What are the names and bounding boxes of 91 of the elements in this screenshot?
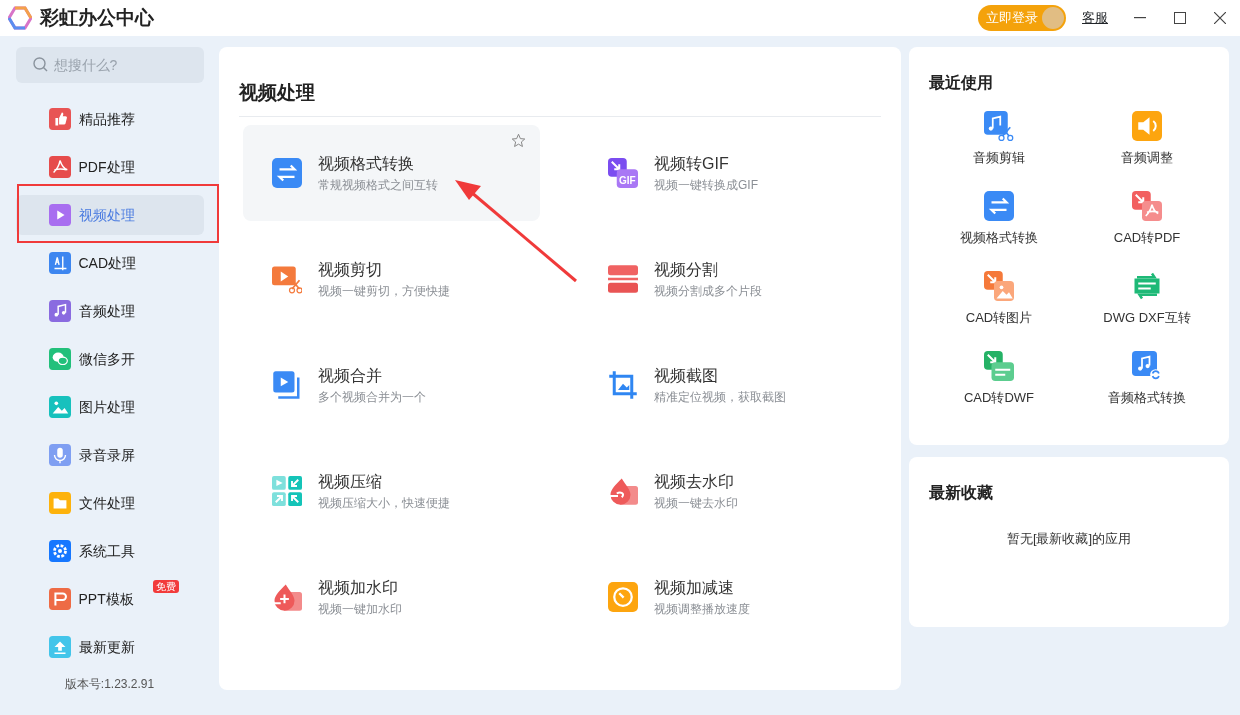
search-field[interactable]: 想搜什么? (15, 47, 204, 83)
tool-name: 视频合并 (318, 365, 383, 386)
tool-description: 视频一键去水印 (654, 494, 738, 512)
sidebar-item[interactable]: 文件处理 (15, 483, 204, 523)
play-icon (48, 204, 71, 226)
sidebar-item[interactable]: CAD处理 (15, 243, 204, 283)
tool-description: 视频调整播放速度 (654, 600, 750, 618)
section-title: 视频处理 (239, 81, 316, 105)
recent-app[interactable]: DWG DXF互转 (1073, 271, 1221, 351)
star-icon[interactable] (511, 132, 526, 148)
gear-icon (48, 540, 71, 562)
empty-message: 暂无[最新收藏]的应用 (1005, 530, 1133, 548)
version-label: 版本号:1.23.2.91 (64, 676, 155, 693)
tool-description: 视频一键剪切，方便快捷 (318, 282, 450, 300)
sidebar-item[interactable]: 精品推荐 (15, 99, 204, 139)
tool-name: 视频剪切 (318, 259, 383, 280)
search-icon (32, 57, 48, 72)
folder-icon (48, 492, 71, 514)
chat-bubbles-icon (48, 348, 71, 370)
recent-app[interactable]: 视频格式转换 (925, 191, 1073, 271)
music-note-icon (48, 300, 71, 322)
cad-icon (48, 252, 71, 274)
compress-arrows-icon (272, 475, 302, 506)
tool-card[interactable]: 视频加减速 视频调整播放速度 (579, 548, 876, 645)
tool-description: 常规视频格式之间互转 (318, 176, 438, 194)
close-icon[interactable] (1214, 12, 1226, 24)
tool-card[interactable]: 视频合并 多个视频合并为一个 (243, 336, 540, 433)
stacked-play-icon (272, 369, 302, 400)
sidebar-item[interactable]: 系统工具 (15, 531, 204, 571)
tool-name: 视频分割 (654, 259, 719, 280)
tool-card[interactable]: 视频压缩 视频压缩大小，快速便捷 (243, 442, 540, 539)
avatar-icon (1042, 7, 1064, 29)
speaker-icon (1132, 111, 1162, 141)
dial-icon (608, 581, 638, 612)
panel-title: 最新收藏 (929, 483, 994, 503)
tool-description: 视频一键转换成GIF (654, 176, 758, 194)
dwf-cycle-icon (1132, 271, 1162, 301)
sidebar-item[interactable]: PPT模板 免费 (15, 579, 204, 619)
file-to-image-icon (984, 271, 1014, 301)
file-to-pdf-icon (1132, 191, 1162, 221)
upload-icon (48, 636, 71, 658)
tool-card[interactable]: 视频剪切 视频一键剪切，方便快捷 (243, 230, 540, 327)
support-link[interactable]: 客服 (1082, 8, 1108, 28)
file-to-dwf-icon (984, 351, 1014, 381)
music-refresh-icon (1132, 351, 1162, 381)
tool-card[interactable]: 视频分割 视频分割成多个片段 (579, 230, 876, 327)
tool-name: 视频加水印 (318, 577, 399, 598)
microphone-icon (48, 444, 71, 466)
tool-card[interactable]: 视频格式转换 常规视频格式之间互转 (243, 124, 540, 221)
image-icon (48, 396, 71, 418)
tool-description: 精准定位视频，获取截图 (654, 388, 786, 406)
tool-description: 视频压缩大小，快速便捷 (318, 494, 450, 512)
sidebar-item[interactable]: 图片处理 (15, 387, 204, 427)
app-title: 彩虹办公中心 (40, 5, 154, 30)
tool-name: 视频加减速 (654, 577, 735, 598)
tool-name: 视频转GIF (654, 153, 730, 174)
sidebar-item[interactable]: 录音录屏 (15, 435, 204, 475)
split-bars-icon (608, 263, 638, 294)
recent-app[interactable]: CAD转图片 (925, 271, 1073, 351)
logo-icon (8, 6, 32, 30)
thumbs-up-icon (48, 108, 71, 130)
recent-app[interactable]: CAD转DWF (925, 351, 1073, 431)
ppt-icon (48, 588, 71, 610)
tool-name: 视频压缩 (318, 471, 383, 492)
tool-description: 视频一键加水印 (318, 600, 402, 618)
sidebar-item[interactable]: 最新更新 (15, 627, 204, 667)
pdf-icon (48, 156, 71, 178)
tool-description: 多个视频合并为一个 (318, 388, 426, 406)
tool-name: 视频去水印 (654, 471, 735, 492)
swap-arrows-icon (984, 191, 1014, 221)
free-badge: 免费 (152, 580, 179, 593)
maximize-icon[interactable] (1174, 12, 1186, 24)
recent-app[interactable]: 音频调整 (1073, 111, 1221, 191)
recent-app[interactable]: 音频格式转换 (1073, 351, 1221, 431)
minimize-icon[interactable] (1134, 17, 1146, 19)
music-scissors-icon (984, 111, 1014, 141)
recent-app[interactable]: CAD转PDF (1073, 191, 1221, 271)
tool-description: 视频分割成多个片段 (654, 282, 762, 300)
crop-image-icon (608, 369, 638, 400)
sidebar-item[interactable]: 音频处理 (15, 291, 204, 331)
recent-app[interactable]: 音频剪辑 (925, 111, 1073, 191)
sidebar-item[interactable]: 微信多开 (15, 339, 204, 379)
swap-arrows-icon (272, 157, 302, 188)
panel-title: 最近使用 (929, 73, 994, 93)
tool-name: 视频截图 (654, 365, 719, 386)
tool-card[interactable]: 视频去水印 视频一键去水印 (579, 442, 876, 539)
tool-card[interactable]: 视频截图 精准定位视频，获取截图 (579, 336, 876, 433)
sidebar-item[interactable]: PDF处理 (15, 147, 204, 187)
tool-card[interactable]: 视频加水印 视频一键加水印 (243, 548, 540, 645)
tool-card[interactable]: GIF 视频转GIF 视频一键转换成GIF (579, 124, 876, 221)
tool-name: 视频格式转换 (318, 153, 415, 174)
